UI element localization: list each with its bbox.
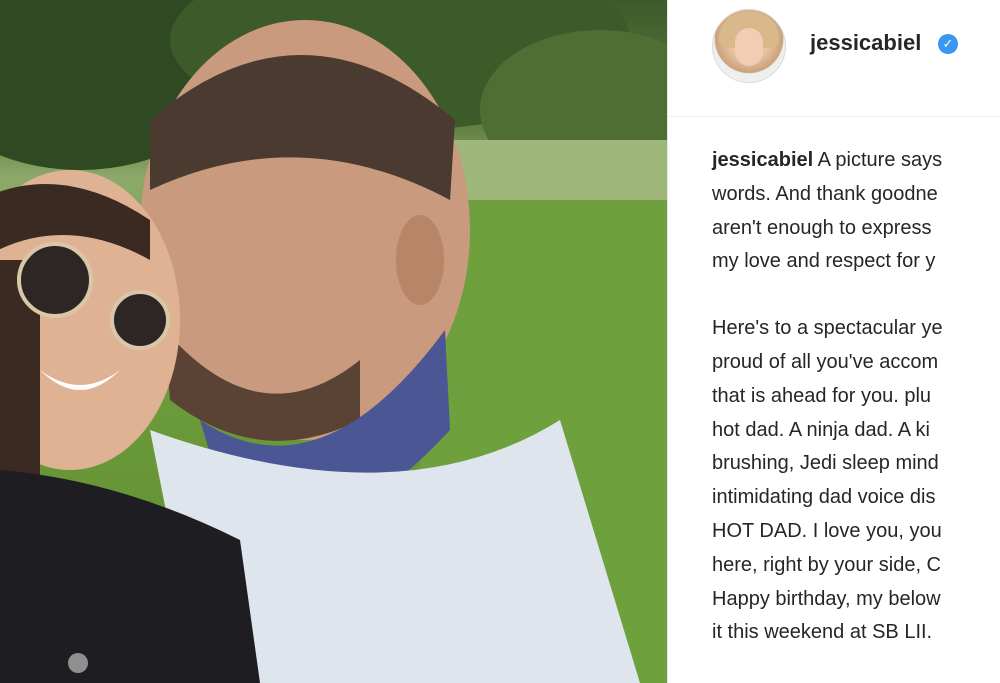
- caption-line: words. And thank goodne: [712, 182, 938, 205]
- caption-line: it this weekend at SB LII.: [712, 621, 933, 644]
- post-caption: jessicabiel A picture says words. And th…: [712, 144, 1000, 650]
- avatar-face: [735, 28, 763, 66]
- post-photo[interactable]: [0, 0, 667, 683]
- caption-line: that is ahead for you. plu: [712, 384, 932, 407]
- caption-text: A picture says: [817, 149, 943, 171]
- caption-line: Happy birthday, my below: [712, 587, 941, 610]
- caption-line: HOT DAD. I love you, you: [712, 519, 942, 542]
- caption-line: here, right by your side, C: [712, 553, 941, 576]
- caption-line: my love and respect for y: [712, 250, 936, 273]
- caption-line: brushing, Jedi sleep mind: [712, 452, 939, 475]
- caption-line: Here's to a spectacular ye: [712, 317, 943, 340]
- caption-line: hot dad. A ninja dad. A ki: [712, 418, 930, 441]
- avatar[interactable]: [712, 9, 786, 83]
- photo-illustration: [0, 0, 667, 683]
- verified-badge-icon: ✓: [938, 34, 958, 54]
- caption-line: aren't enough to express: [712, 216, 932, 239]
- post-header: jessicabiel ✓: [668, 0, 1000, 117]
- post-side-panel: jessicabiel ✓ jessicabiel A picture says…: [668, 0, 1000, 683]
- caption-line: jessicabiel A picture says: [712, 144, 1000, 178]
- caption-line: intimidating dad voice dis: [712, 486, 936, 509]
- header-username[interactable]: jessicabiel: [810, 30, 921, 56]
- caption-username[interactable]: jessicabiel: [712, 149, 813, 171]
- caption-line: proud of all you've accom: [712, 350, 939, 373]
